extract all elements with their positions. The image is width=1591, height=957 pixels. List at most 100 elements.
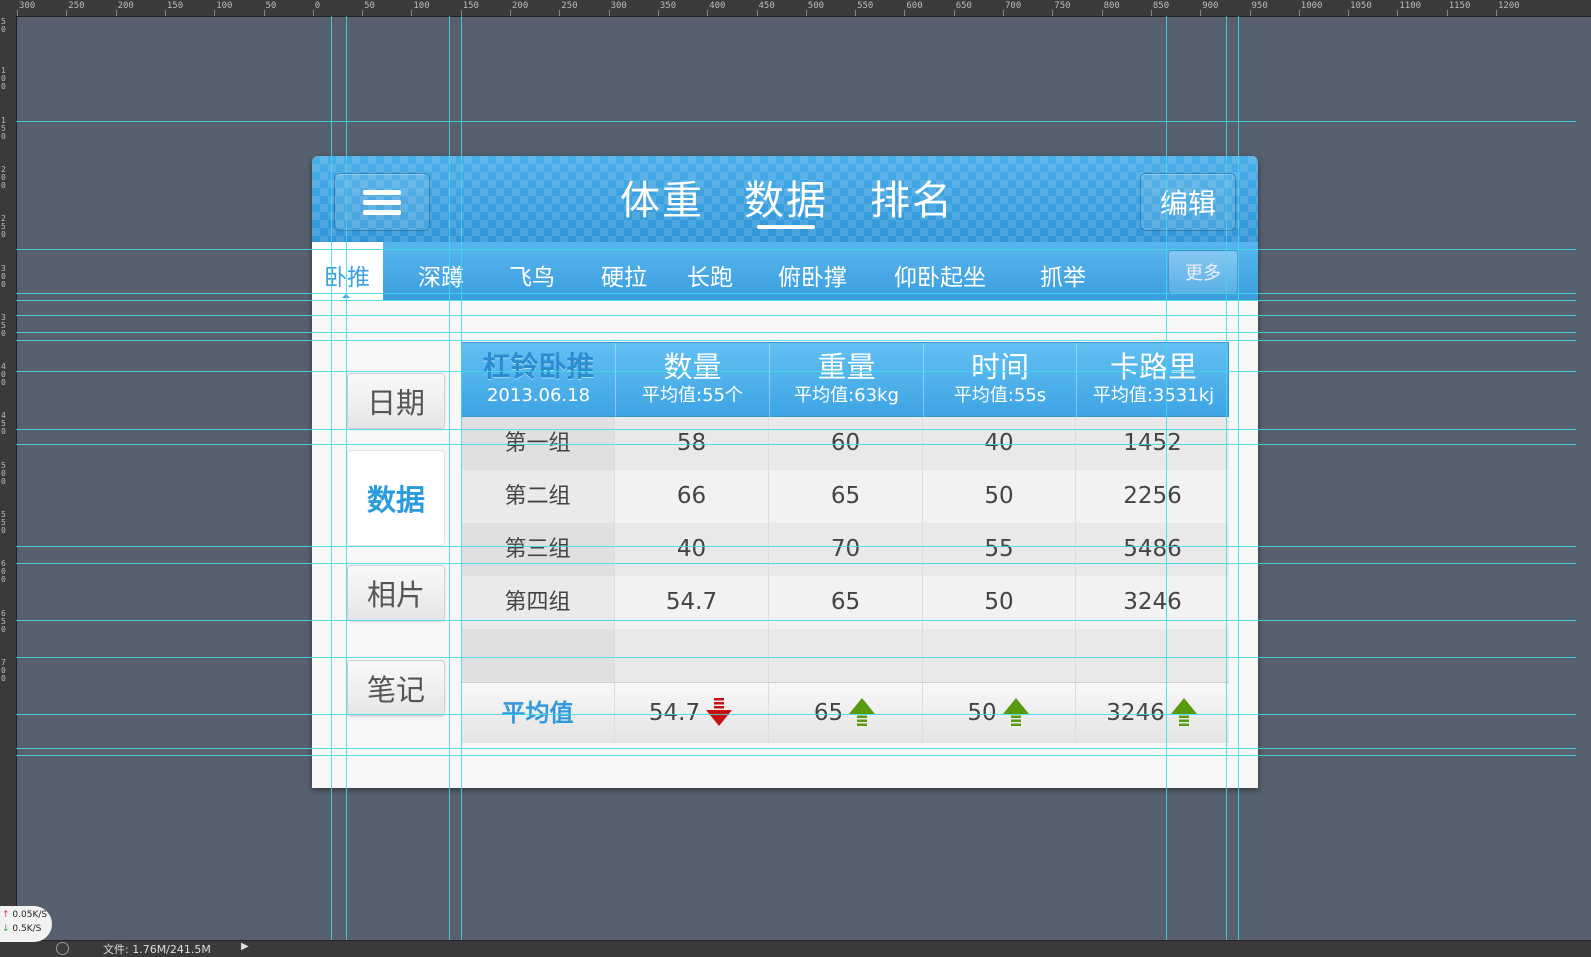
- column-average: 平均值:3531kj: [1092, 385, 1215, 406]
- subnav-item[interactable]: 仰卧起坐: [894, 258, 986, 292]
- ruler-tick: [1446, 10, 1448, 16]
- guide-line: [16, 315, 1576, 316]
- trend-up-arrow-icon: [1170, 697, 1197, 726]
- side-tab-notes[interactable]: 笔记: [347, 660, 445, 716]
- ruler-label: 350: [659, 1, 677, 11]
- ruler-label: 100: [1, 66, 6, 92]
- header-bar: 体重 数据 排名 编辑: [312, 156, 1258, 242]
- table-row: 第二组 66 65 50 2256: [461, 470, 1229, 523]
- ruler-label: 550: [857, 1, 874, 11]
- row-label: 第二组: [461, 470, 615, 523]
- table-cell: 55: [923, 523, 1076, 576]
- subnav-item-active[interactable]: 卧推: [312, 242, 383, 300]
- more-button[interactable]: 更多: [1168, 250, 1238, 294]
- guide-line: [1238, 16, 1239, 940]
- guide-line: [16, 332, 1576, 333]
- side-tab-data[interactable]: 数据: [347, 450, 445, 546]
- ruler-label: 200: [512, 1, 529, 11]
- guide-line: [16, 563, 1576, 564]
- ruler-tick: [805, 10, 807, 16]
- ruler-tick: [1101, 10, 1103, 16]
- subnav-item[interactable]: 抓举: [1040, 258, 1086, 292]
- tab-ranking[interactable]: 排名: [870, 168, 954, 226]
- guide-line: [1226, 16, 1227, 940]
- status-icon: [56, 942, 69, 955]
- table-row: 第四组 54.7 65 50 3246: [461, 576, 1229, 629]
- table-cell: 5486: [1123, 536, 1182, 562]
- subnav-item[interactable]: 硬拉: [601, 258, 647, 292]
- average-value: 3246: [1106, 700, 1165, 726]
- app-mockup: 体重 数据 排名 编辑 卧推 深蹲 飞鸟 硬拉 长跑 俯卧撑 仰卧起坐 抓举 更…: [312, 156, 1258, 788]
- average-row: 平均值 54.7 65 50 3246: [461, 682, 1229, 743]
- guide-line: [16, 371, 1576, 372]
- side-tab-photos[interactable]: 相片: [347, 565, 445, 621]
- status-bar: 文件: 1.76M/241.5M ▶: [0, 940, 1591, 957]
- ruler-tick: [707, 10, 709, 16]
- ruler-label: 200: [1, 164, 6, 190]
- ruler-label: 1150: [1448, 1, 1471, 11]
- trend-up-arrow-icon: [849, 697, 876, 726]
- edit-button[interactable]: 编辑: [1140, 173, 1236, 231]
- row-label: 第三组: [461, 523, 615, 576]
- ruler-tick: [214, 10, 216, 16]
- header-time: 时间 平均值:55s: [924, 343, 1077, 418]
- menu-button[interactable]: [334, 173, 430, 231]
- hamburger-icon: [363, 185, 401, 220]
- ruler-tick: [756, 10, 758, 16]
- subnav-item[interactable]: 长跑: [687, 258, 733, 292]
- subnav-item[interactable]: 俯卧撑: [778, 258, 847, 292]
- ruler-tick: [1249, 10, 1251, 16]
- column-average: 平均值:55个: [642, 385, 743, 406]
- table-cell: 50: [923, 470, 1076, 523]
- table-cell: 65: [769, 470, 923, 523]
- ruler-label: 1200: [1498, 1, 1520, 11]
- ruler-label: 50: [364, 1, 375, 11]
- ruler-label: 750: [1054, 1, 1071, 11]
- guide-line: [461, 16, 462, 940]
- ruler-label: 100: [413, 1, 430, 11]
- ruler-tick: [953, 10, 955, 16]
- ruler-top: 300 250 200 150 100 50 0 50 100 150 200 250 300 350 40…: [0, 0, 1591, 17]
- table-header: 杠铃卧推 2013.06.18 数量 平均值:55个 重量 平均值:63kg 时…: [461, 342, 1229, 418]
- side-tab-date[interactable]: 日期: [347, 373, 445, 429]
- ruler-label: 300: [19, 1, 36, 11]
- column-name: 卡路里: [1109, 350, 1197, 384]
- ruler-label: 200: [117, 1, 134, 11]
- tab-data[interactable]: 数据: [744, 168, 828, 226]
- table-cell: [769, 629, 923, 682]
- ruler-tick: [411, 10, 413, 16]
- ruler-left: 50 100 150 200 250 300 350 400 450 500 550 600 650 70…: [0, 16, 17, 940]
- ruler-tick: [263, 10, 265, 16]
- average-cell: 65: [769, 683, 923, 743]
- ruler-label: 400: [1, 362, 6, 388]
- ruler-tick: [559, 10, 561, 16]
- exercise-date: 2013.06.18: [486, 385, 591, 406]
- play-icon[interactable]: ▶: [241, 941, 249, 952]
- exercise-nav: 卧推 深蹲 飞鸟 硬拉 长跑 俯卧撑 仰卧起坐 抓举 更多: [312, 242, 1258, 300]
- tab-weight[interactable]: 体重: [620, 168, 704, 226]
- trend-down-arrow-icon: [706, 697, 733, 726]
- ruler-label: 700: [1, 657, 6, 683]
- table-row: [461, 629, 1229, 682]
- table-cell: 66: [615, 470, 769, 523]
- table-cell: [615, 629, 769, 682]
- file-info: 文件: 1.76M/241.5M: [103, 943, 211, 956]
- row-label: [461, 629, 615, 682]
- guide-line: [346, 16, 347, 940]
- ruler-tick: [164, 10, 166, 16]
- ruler-label: 250: [68, 1, 85, 11]
- average-label: 平均值: [461, 683, 615, 743]
- guide-line: [16, 429, 1576, 430]
- ruler-label: 250: [1, 214, 6, 240]
- table-cell: 2256: [1123, 483, 1182, 509]
- ruler-label: 50: [265, 1, 277, 11]
- average-cell: 54.7: [615, 683, 769, 743]
- ruler-label: 650: [1, 608, 6, 634]
- table-cell: 65: [769, 576, 923, 629]
- subnav-item[interactable]: 深蹲: [418, 258, 464, 292]
- ruler-tick: [1348, 10, 1350, 16]
- ruler-tick: [1496, 10, 1497, 16]
- subnav-item[interactable]: 飞鸟: [509, 258, 555, 292]
- ruler-tick: [312, 10, 314, 16]
- table-cell: [1076, 629, 1229, 682]
